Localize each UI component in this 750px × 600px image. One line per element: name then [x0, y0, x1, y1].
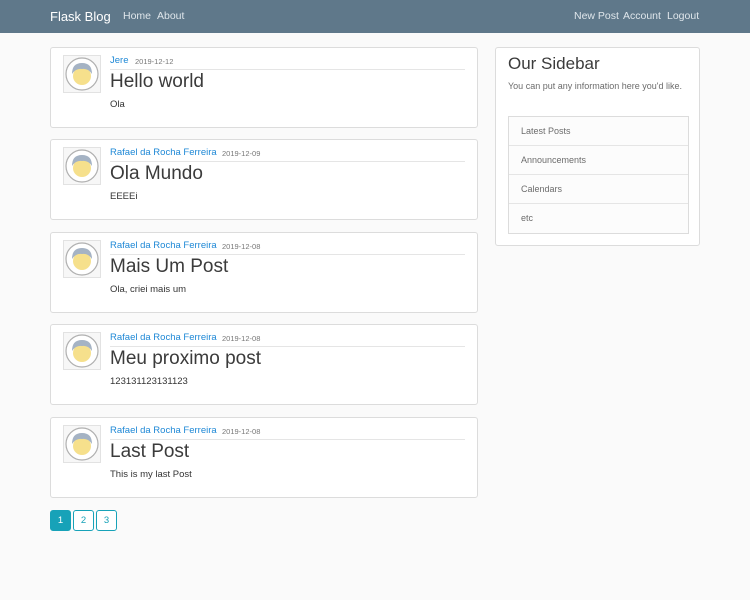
avatar-icon — [63, 240, 101, 278]
post-date: 2019-12-09 — [222, 149, 261, 158]
post-card: Jere 2019-12-12 Hello world Ola — [50, 47, 478, 128]
sidebar-item-calendars[interactable]: Calendars — [509, 175, 688, 204]
sidebar-title: Our Sidebar — [508, 54, 600, 73]
nav-account-link[interactable]: Account — [623, 10, 661, 22]
post-title-link[interactable]: Mais Um Post — [110, 256, 228, 278]
post-card: Rafael da Rocha Ferreira 2019-12-08 Mais… — [50, 232, 478, 313]
avatar-icon — [63, 332, 101, 370]
post-content: Ola — [110, 99, 125, 110]
nav-new-post-link[interactable]: New Post — [574, 10, 619, 22]
post-date: 2019-12-08 — [222, 427, 261, 436]
post-meta: Rafael da Rocha Ferreira 2019-12-08 — [110, 425, 465, 440]
post-title-link[interactable]: Ola Mundo — [110, 163, 203, 185]
sidebar-description: You can put any information here you'd l… — [508, 81, 682, 91]
post-meta: Rafael da Rocha Ferreira 2019-12-09 — [110, 147, 465, 162]
post-meta: Rafael da Rocha Ferreira 2019-12-08 — [110, 240, 465, 255]
post-content: This is my last Post — [110, 469, 192, 480]
navbar: Flask Blog Home About New Post Account L… — [0, 0, 750, 33]
post-card: Rafael da Rocha Ferreira 2019-12-09 Ola … — [50, 139, 478, 220]
post-author-link[interactable]: Rafael da Rocha Ferreira — [110, 425, 217, 436]
sidebar: Our Sidebar You can put any information … — [495, 47, 700, 246]
post-title-link[interactable]: Last Post — [110, 441, 189, 463]
post-content: 123131123131123 — [110, 376, 188, 387]
post-date: 2019-12-08 — [222, 242, 261, 251]
page-3-button[interactable]: 3 — [96, 510, 117, 531]
nav-about-link[interactable]: About — [157, 10, 184, 22]
post-card: Rafael da Rocha Ferreira 2019-12-08 Meu … — [50, 324, 478, 405]
post-meta: Rafael da Rocha Ferreira 2019-12-08 — [110, 332, 465, 347]
brand-link[interactable]: Flask Blog — [50, 9, 111, 24]
sidebar-item-announcements[interactable]: Announcements — [509, 146, 688, 175]
avatar-icon — [63, 425, 101, 463]
sidebar-item-latest-posts[interactable]: Latest Posts — [509, 117, 688, 146]
post-author-link[interactable]: Rafael da Rocha Ferreira — [110, 240, 217, 251]
post-date: 2019-12-08 — [222, 334, 261, 343]
nav-logout-link[interactable]: Logout — [667, 10, 699, 22]
post-author-link[interactable]: Jere — [110, 55, 128, 66]
page-1-button[interactable]: 1 — [50, 510, 71, 531]
post-title-link[interactable]: Meu proximo post — [110, 348, 261, 370]
post-author-link[interactable]: Rafael da Rocha Ferreira — [110, 147, 217, 158]
avatar-icon — [63, 147, 101, 185]
post-card: Rafael da Rocha Ferreira 2019-12-08 Last… — [50, 417, 478, 498]
avatar-icon — [63, 55, 101, 93]
post-title-link[interactable]: Hello world — [110, 71, 204, 93]
page-2-button[interactable]: 2 — [73, 510, 94, 531]
sidebar-item-etc[interactable]: etc — [509, 204, 688, 233]
post-content: EEEEi — [110, 191, 138, 202]
post-author-link[interactable]: Rafael da Rocha Ferreira — [110, 332, 217, 343]
post-date: 2019-12-12 — [135, 57, 174, 66]
post-content: Ola, criei mais um — [110, 284, 187, 295]
post-meta: Jere 2019-12-12 — [110, 55, 465, 70]
nav-home-link[interactable]: Home — [123, 10, 151, 22]
sidebar-list: Latest Posts Announcements Calendars etc — [508, 116, 689, 234]
